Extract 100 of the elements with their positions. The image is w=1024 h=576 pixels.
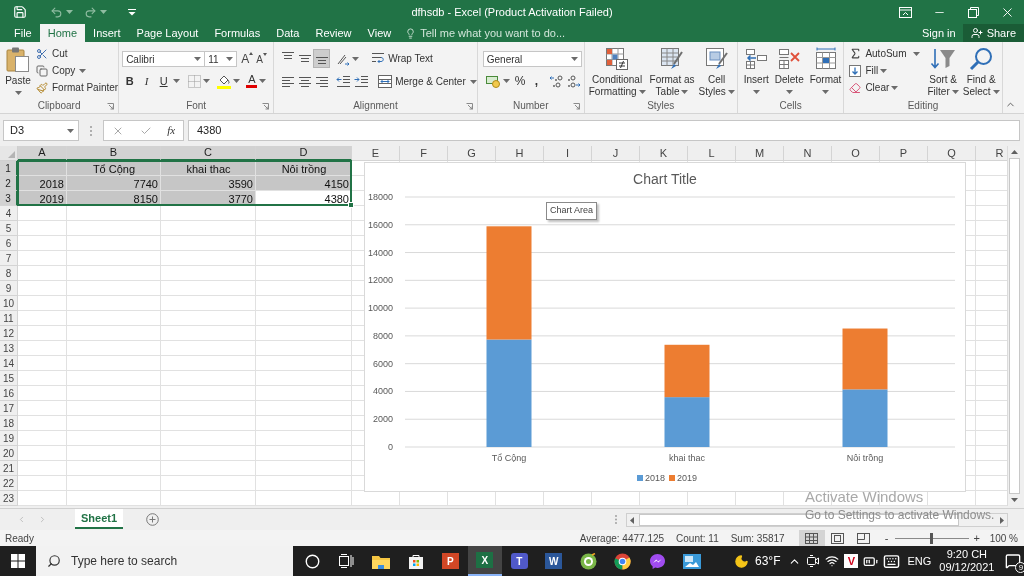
caret-icon[interactable] <box>203 79 211 83</box>
zoom-slider[interactable] <box>894 532 969 544</box>
wrap-text-button[interactable]: Wrap Text <box>371 51 433 66</box>
dialog-launcher-icon[interactable] <box>262 102 270 110</box>
row-header[interactable]: 8 <box>0 266 18 281</box>
row-header[interactable]: 18 <box>0 416 18 431</box>
fill-handle[interactable] <box>348 202 354 208</box>
cells-button[interactable]: Insert <box>741 42 771 99</box>
styles-button[interactable]: Cell Styles <box>696 42 737 99</box>
sheet-tab[interactable]: Sheet1 <box>75 509 123 529</box>
caret-icon[interactable] <box>66 10 73 14</box>
row-header[interactable]: 23 <box>0 491 18 506</box>
comma-style-button[interactable]: , <box>532 72 541 90</box>
language-indicator[interactable]: ENG <box>907 552 932 570</box>
copy-button[interactable]: Copy <box>36 63 76 78</box>
dialog-launcher-icon[interactable] <box>465 102 473 110</box>
clock-date[interactable]: 09/12/2021 <box>939 561 995 574</box>
row-header[interactable]: 19 <box>0 431 18 446</box>
merge-center-button[interactable]: Merge & Center <box>378 74 466 89</box>
cash-icon[interactable] <box>485 74 501 88</box>
row-header[interactable]: 22 <box>0 476 18 491</box>
editing-button[interactable]: Find & Select <box>960 42 1002 99</box>
paste-button[interactable]: Paste <box>5 46 31 87</box>
ribbon-tab[interactable]: Home <box>39 24 86 42</box>
redo-icon[interactable] <box>84 5 97 19</box>
slider-thumb[interactable] <box>930 532 934 544</box>
row-header[interactable]: 15 <box>0 371 18 386</box>
taskbar-button[interactable]: X <box>467 546 502 576</box>
caret-icon[interactable] <box>233 79 241 83</box>
column-header[interactable]: R <box>976 146 1007 161</box>
undo-icon[interactable] <box>50 5 63 19</box>
italic-button[interactable]: I <box>139 72 155 90</box>
column-header[interactable]: E <box>352 146 400 161</box>
windows-logo-icon[interactable] <box>11 554 25 568</box>
increase-decimal-icon[interactable] <box>549 74 564 88</box>
vertical-align-button[interactable] <box>313 49 331 68</box>
caret-icon[interactable] <box>100 10 107 14</box>
taskbar-button[interactable]: W <box>536 546 571 576</box>
clock-time[interactable]: 9:20 CH <box>946 548 988 561</box>
row-header[interactable]: 5 <box>0 221 18 236</box>
row-header[interactable]: 7 <box>0 251 18 266</box>
caret-icon[interactable] <box>880 68 888 73</box>
taskbar-button[interactable]: P <box>433 546 468 576</box>
search-field[interactable]: Type here to search <box>36 546 293 576</box>
caret-icon[interactable] <box>912 51 920 56</box>
scroll-down-icon[interactable] <box>1010 498 1018 502</box>
caret-icon[interactable] <box>259 79 267 83</box>
cells-button[interactable]: Format <box>807 42 844 99</box>
row-header[interactable]: 21 <box>0 461 18 476</box>
row-header[interactable]: 12 <box>0 326 18 341</box>
editing-button[interactable]: Sort & Filter <box>925 42 961 99</box>
split-handle-icon[interactable] <box>615 515 617 524</box>
column-header[interactable]: H <box>496 146 544 161</box>
drag-handle-icon[interactable] <box>90 125 92 136</box>
caret-icon[interactable] <box>469 79 477 84</box>
column-header[interactable]: O <box>832 146 880 161</box>
fill-button[interactable]: Fill <box>849 63 879 78</box>
dialog-launcher-icon[interactable] <box>107 102 115 110</box>
clear-button[interactable]: Clear <box>849 80 890 95</box>
ribbon-tab[interactable]: Review <box>307 24 360 42</box>
row-header[interactable]: 4 <box>0 206 18 221</box>
row-header[interactable]: 9 <box>0 281 18 296</box>
column-header[interactable]: M <box>736 146 784 161</box>
row-header[interactable]: 11 <box>0 311 18 326</box>
row-header[interactable]: 10 <box>0 296 18 311</box>
ribbon-tab[interactable]: Page Layout <box>128 24 207 42</box>
column-header[interactable]: J <box>592 146 640 161</box>
zoom-in-button[interactable]: + <box>972 529 981 547</box>
scroll-up-icon[interactable] <box>1010 150 1018 154</box>
ribbon-tab[interactable]: Data <box>268 24 308 42</box>
caret-icon[interactable] <box>891 85 899 90</box>
row-header[interactable]: 6 <box>0 236 18 251</box>
styles-button[interactable]: Conditional Formatting <box>586 42 648 99</box>
ribbon-tab[interactable]: Formulas <box>206 24 269 42</box>
ribbon-display-options-icon[interactable] <box>898 6 912 18</box>
column-header[interactable]: P <box>880 146 928 161</box>
caret-icon[interactable] <box>502 79 510 83</box>
format-painter-button[interactable]: Format Painter <box>36 79 119 96</box>
bold-button[interactable]: B <box>122 72 138 90</box>
column-header[interactable]: L <box>688 146 736 161</box>
decrease-decimal-icon[interactable] <box>567 74 582 88</box>
column-header[interactable]: K <box>640 146 688 161</box>
row-header[interactable]: 14 <box>0 356 18 371</box>
caret-icon[interactable] <box>352 56 360 61</box>
customize-toolbar-icon[interactable] <box>128 8 136 16</box>
row-header[interactable]: 17 <box>0 401 18 416</box>
caret-icon[interactable] <box>173 79 181 83</box>
sign-in-link[interactable]: Sign in <box>915 24 963 42</box>
taskbar-button[interactable]: T <box>502 546 537 576</box>
underline-button[interactable]: U <box>156 72 172 90</box>
autosum-button[interactable]: AutoSum <box>849 46 907 61</box>
increase-indent-icon[interactable] <box>354 75 370 88</box>
save-icon[interactable] <box>13 5 27 19</box>
shrink-font-button[interactable]: A <box>256 52 267 66</box>
cut-button[interactable]: Cut <box>36 45 119 62</box>
notification-icon[interactable] <box>1005 553 1022 569</box>
row-header[interactable]: 16 <box>0 386 18 401</box>
row-header[interactable]: 3 <box>0 191 18 206</box>
column-header[interactable]: I <box>544 146 592 161</box>
caret-icon[interactable] <box>79 68 87 73</box>
